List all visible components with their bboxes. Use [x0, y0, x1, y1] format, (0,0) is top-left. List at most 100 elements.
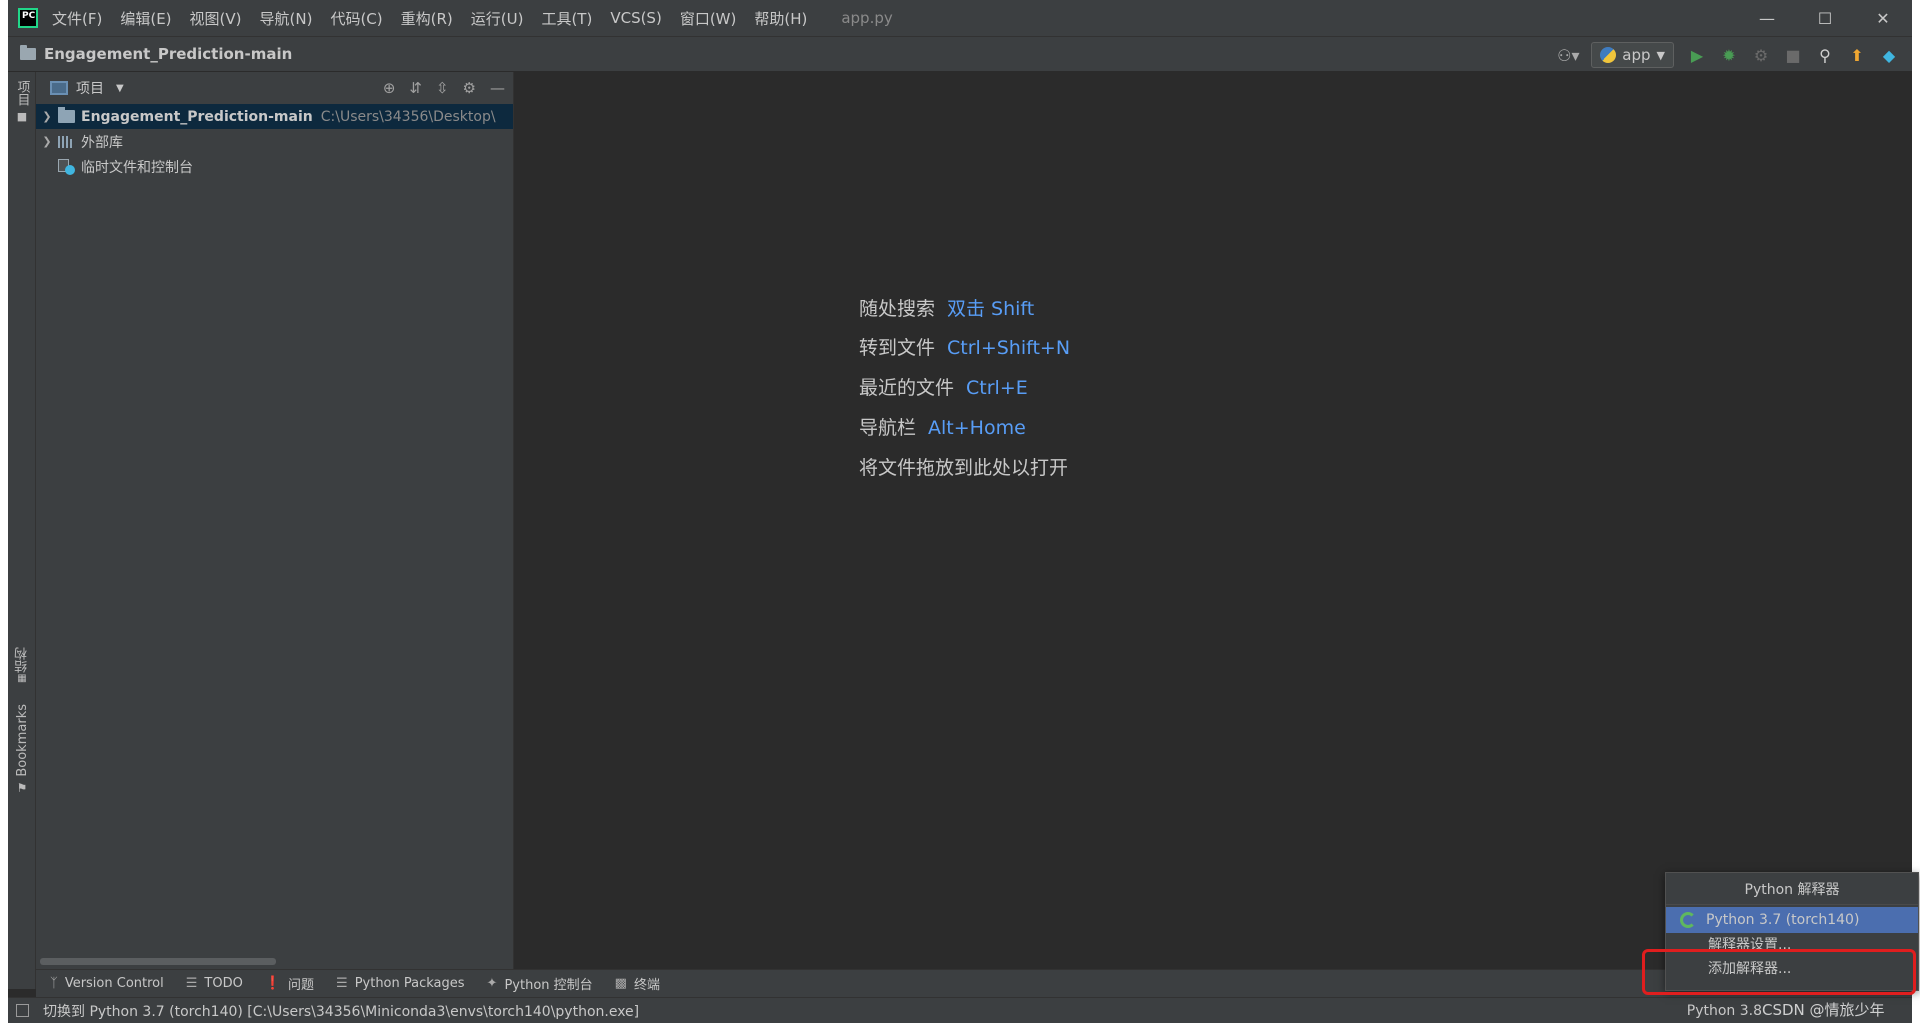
current-file-title: app.py — [841, 9, 893, 27]
add-interpreter-item[interactable]: 添加解释器... — [1666, 955, 1918, 981]
hint-label: 导航栏 — [859, 417, 917, 439]
locate-icon[interactable]: ⊕ — [383, 79, 396, 97]
project-tool-button[interactable]: 项目 ■ — [8, 80, 36, 123]
hint-shortcut[interactable]: Ctrl+E — [966, 377, 1028, 399]
status-bar: 切换到 Python 3.7 (torch140) [C:\Users\3435… — [8, 997, 1912, 1023]
menu-help[interactable]: 帮助(H) — [754, 8, 807, 29]
menu-run[interactable]: 运行(U) — [471, 8, 524, 29]
tool-window-bar: ᛉ Version Control ☰ TODO ❗ 问题 ☰ Python P… — [36, 969, 1912, 997]
maximize-button[interactable]: ☐ — [1796, 0, 1854, 36]
interpreter-option-selected[interactable]: Python 3.7 (torch140) — [1666, 907, 1918, 933]
tree-item-external-libraries[interactable]: ❯ 外部库 — [36, 129, 513, 154]
project-panel-title[interactable]: 项目 — [76, 78, 104, 98]
menu-file[interactable]: 文件(F) — [52, 8, 102, 29]
tree-item-project-root[interactable]: ❯ Engagement_Prediction-main C:\Users\34… — [36, 104, 513, 129]
chevron-right-icon[interactable]: ❯ — [36, 110, 58, 123]
left-tool-strip: 项目 ■ 结构 ▦ Bookmarks ⚑ — [8, 72, 36, 989]
status-message: 切换到 Python 3.7 (torch140) [C:\Users\3435… — [43, 1003, 640, 1020]
expand-all-icon[interactable]: ⇵ — [409, 79, 422, 97]
hint-shortcut[interactable]: Ctrl+Shift+N — [947, 337, 1070, 359]
stop-icon[interactable]: ■ — [1784, 46, 1802, 65]
structure-icon: ▦ — [17, 673, 27, 684]
menu-code[interactable]: 代码(C) — [330, 8, 382, 29]
loading-icon — [1680, 912, 1696, 928]
horizontal-scrollbar[interactable] — [40, 958, 276, 965]
run-config-selector[interactable]: app ▼ — [1591, 42, 1674, 68]
hint-search-everywhere: 随处搜索 双击 Shift — [859, 294, 1034, 321]
breadcrumb-project[interactable]: Engagement_Prediction-main — [44, 45, 292, 63]
user-icon[interactable]: ⚇▾ — [1557, 46, 1579, 65]
branch-icon: ᛉ — [50, 976, 58, 991]
hide-panel-icon[interactable]: — — [490, 79, 505, 97]
debug-icon[interactable]: ✹ — [1720, 46, 1738, 65]
chevron-right-icon[interactable]: ❯ — [36, 135, 58, 148]
menu-bar: 文件(F) 编辑(E) 视图(V) 导航(N) 代码(C) 重构(R) 运行(U… — [8, 0, 1912, 36]
terminal-icon: ▩ — [614, 976, 627, 991]
menu-navigate[interactable]: 导航(N) — [260, 8, 313, 29]
menu-window[interactable]: 窗口(W) — [680, 8, 737, 29]
plugin-icon[interactable]: ◆ — [1880, 46, 1898, 65]
minimize-button[interactable]: — — [1738, 0, 1796, 36]
tree-item-label: 临时文件和控制台 — [81, 159, 193, 176]
hint-shortcut[interactable]: 双击 Shift — [947, 298, 1034, 320]
tree-item-scratches[interactable]: 临时文件和控制台 — [36, 154, 513, 179]
project-tab-label: 项目 — [14, 80, 30, 106]
close-button[interactable]: ✕ — [1854, 0, 1912, 36]
update-icon[interactable]: ⬆ — [1848, 46, 1866, 65]
menu-vcs[interactable]: VCS(S) — [610, 9, 661, 27]
hint-drop-files: 将文件拖放到此处以打开 — [859, 457, 1069, 479]
tab-label: TODO — [204, 976, 243, 991]
interpreter-popup: Python 解释器 Python 3.7 (torch140) 解释器设置..… — [1665, 872, 1919, 991]
hint-label: 随处搜索 — [859, 298, 936, 320]
hint-navigation-bar: 导航栏 Alt+Home — [859, 413, 1026, 440]
run-icon[interactable]: ▶ — [1688, 46, 1706, 65]
structure-tab-label: 结构 — [14, 647, 30, 673]
project-panel: 项目 ▼ ⊕ ⇵ ⇳ ⚙ — ❯ Engagement_Prediction-m… — [36, 72, 514, 969]
hint-label: 最近的文件 — [859, 377, 955, 399]
structure-tool-button[interactable]: 结构 ▦ — [8, 647, 36, 684]
bookmarks-tab-label: Bookmarks — [14, 704, 30, 777]
tab-python-console[interactable]: ✦ Python 控制台 — [487, 974, 593, 993]
project-panel-tools: ⊕ ⇵ ⇳ ⚙ — — [383, 72, 505, 104]
interpreter-option-label: Python 3.7 (torch140) — [1706, 912, 1860, 928]
folder-icon: ■ — [16, 110, 28, 123]
folder-icon — [58, 107, 75, 123]
hint-label: 转到文件 — [859, 337, 936, 359]
tab-label: Version Control — [64, 976, 164, 991]
hint-go-to-file: 转到文件 Ctrl+Shift+N — [859, 333, 1070, 360]
layers-icon: ☰ — [336, 976, 348, 991]
tab-python-packages[interactable]: ☰ Python Packages — [336, 976, 465, 991]
tool-windows-icon[interactable] — [16, 1004, 29, 1017]
search-icon[interactable]: ⚲ — [1816, 46, 1834, 65]
gear-icon[interactable]: ⚙ — [463, 79, 476, 97]
list-icon: ☰ — [185, 976, 198, 991]
tab-todo[interactable]: ☰ TODO — [186, 976, 243, 991]
menu-refactor[interactable]: 重构(R) — [401, 8, 453, 29]
interpreter-widget[interactable]: Python 3.8 — [1687, 1003, 1762, 1019]
pycharm-logo-icon — [18, 8, 38, 28]
tree-item-path: C:\Users\34356\Desktop\ — [320, 108, 496, 125]
interpreter-settings-item[interactable]: 解释器设置... — [1666, 933, 1918, 955]
popup-title: Python 解释器 — [1666, 873, 1918, 905]
tab-problems[interactable]: ❗ 问题 — [265, 974, 314, 993]
chevron-down-icon: ▼ — [1656, 48, 1665, 62]
coverage-icon[interactable]: ⚙ — [1752, 46, 1770, 65]
tab-version-control[interactable]: ᛉ Version Control — [50, 976, 164, 991]
hint-shortcut[interactable]: Alt+Home — [928, 417, 1026, 439]
scratch-icon — [58, 158, 75, 175]
project-panel-header: 项目 ▼ ⊕ ⇵ ⇳ ⚙ — — [36, 72, 513, 104]
python-icon — [1600, 47, 1617, 63]
tab-label: 终端 — [633, 978, 660, 993]
chevron-down-icon[interactable]: ▼ — [116, 83, 124, 94]
collapse-all-icon[interactable]: ⇳ — [436, 79, 449, 97]
tab-label: 问题 — [288, 978, 315, 993]
ide-window: 文件(F) 编辑(E) 视图(V) 导航(N) 代码(C) 重构(R) 运行(U… — [8, 0, 1912, 1023]
folder-icon — [20, 45, 36, 60]
menu-edit[interactable]: 编辑(E) — [120, 8, 171, 29]
menu-view[interactable]: 视图(V) — [190, 8, 242, 29]
window-controls: — ☐ ✕ — [1738, 0, 1912, 36]
watermark: CSDN @情旅少年 — [1762, 1001, 1885, 1019]
menu-tools[interactable]: 工具(T) — [541, 8, 592, 29]
bookmarks-tool-button[interactable]: Bookmarks ⚑ — [8, 704, 36, 795]
tab-terminal[interactable]: ▩ 终端 — [615, 974, 660, 993]
